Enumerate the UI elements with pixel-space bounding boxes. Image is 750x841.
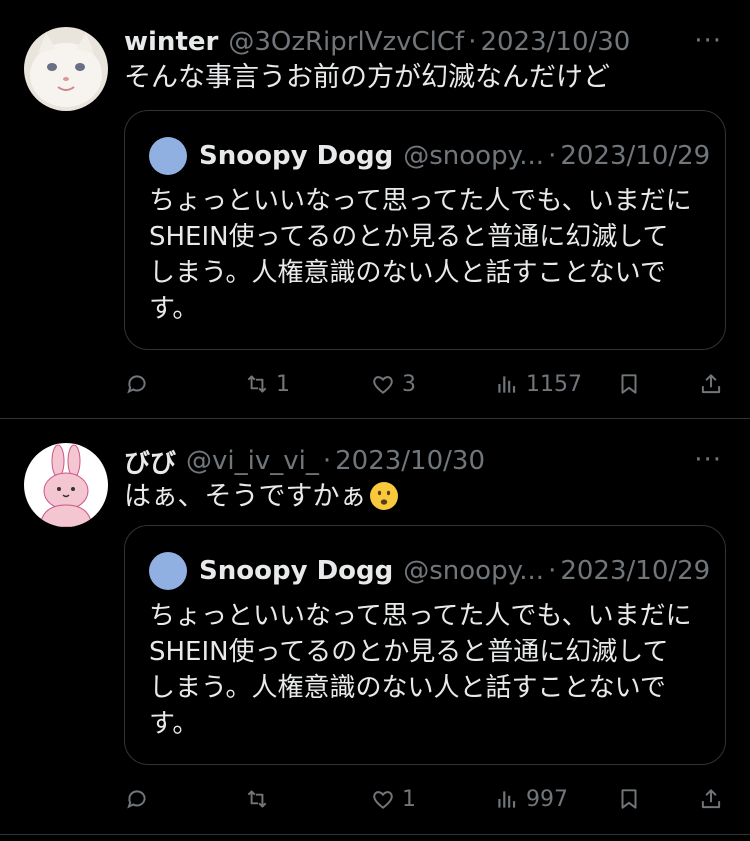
tweet[interactable]: びび @vi_iv_vi_ · 2023/10/30 ··· はぁ、そうですかぁ… bbox=[0, 419, 750, 834]
quoted-handle: @snoopy... bbox=[403, 141, 545, 171]
heart-icon bbox=[373, 791, 393, 809]
tweet[interactable]: winter @3OzRiprlVzvClCf · 2023/10/30 ···… bbox=[0, 0, 750, 418]
reply-button[interactable] bbox=[124, 366, 150, 402]
quoted-tweet[interactable]: Snoopy Dogg @snoopy... · 2023/10/29 ちょっと… bbox=[124, 110, 726, 350]
quoted-text-line: す。 bbox=[149, 709, 199, 739]
quoted-text-line: しまう。人権意識のない人と話すことないで bbox=[149, 673, 666, 703]
bookmark-icon bbox=[621, 374, 637, 394]
timestamp[interactable]: 2023/10/30 bbox=[335, 446, 485, 476]
quoted-tweet[interactable]: Snoopy Dogg @snoopy... · 2023/10/29 ちょっと… bbox=[124, 525, 726, 765]
separator-dot: · bbox=[548, 141, 557, 171]
display-name[interactable]: びび bbox=[124, 443, 176, 480]
reply-button[interactable] bbox=[124, 781, 150, 817]
heart-icon bbox=[373, 376, 393, 394]
retweet-icon bbox=[247, 375, 267, 393]
share-button[interactable] bbox=[698, 781, 724, 817]
reply-icon bbox=[127, 375, 146, 394]
tweet-text-content: はぁ、そうですかぁ bbox=[124, 481, 367, 512]
quoted-avatar bbox=[149, 137, 187, 175]
quoted-text: ちょっといいなって思ってた人でも、いまだに SHEIN使ってるのとか見ると普通に… bbox=[149, 598, 709, 742]
views-button[interactable]: 997 bbox=[494, 781, 568, 817]
like-button[interactable]: 3 bbox=[370, 366, 416, 402]
handle[interactable]: @vi_iv_vi_ bbox=[186, 446, 319, 476]
share-button[interactable] bbox=[698, 366, 724, 402]
like-button[interactable]: 1 bbox=[370, 781, 416, 817]
like-count: 3 bbox=[402, 371, 416, 397]
action-bar: 1 3 1157 bbox=[124, 366, 728, 402]
tweet-text: そんな事言うお前の方が幻滅なんだけど bbox=[124, 62, 610, 93]
retweet-icon bbox=[247, 790, 267, 808]
bookmark-button[interactable] bbox=[616, 781, 642, 817]
more-options-icon[interactable]: ··· bbox=[694, 445, 722, 475]
display-name[interactable]: winter bbox=[124, 27, 218, 57]
frowning-face-emoji-icon bbox=[370, 482, 399, 510]
separator-dot: · bbox=[468, 27, 477, 57]
like-count: 1 bbox=[402, 786, 416, 812]
quoted-text-line: す。 bbox=[149, 294, 199, 324]
views-button[interactable]: 1157 bbox=[494, 366, 582, 402]
retweet-button[interactable]: 1 bbox=[244, 366, 290, 402]
views-chart-icon bbox=[498, 791, 516, 808]
quoted-handle: @snoopy... bbox=[403, 556, 545, 586]
quoted-text-line: しまう。人権意識のない人と話すことないで bbox=[149, 258, 666, 288]
timestamp[interactable]: 2023/10/30 bbox=[480, 27, 630, 57]
action-bar: 1 997 bbox=[124, 781, 728, 817]
avatar[interactable] bbox=[24, 27, 108, 111]
tweet-text: はぁ、そうですかぁ bbox=[124, 479, 399, 515]
view-count: 1157 bbox=[526, 371, 582, 397]
quoted-timestamp: 2023/10/29 bbox=[560, 141, 711, 171]
views-chart-icon bbox=[498, 376, 516, 393]
quoted-timestamp: 2023/10/29 bbox=[560, 556, 711, 586]
quoted-text: ちょっといいなって思ってた人でも、いまだに SHEIN使ってるのとか見ると普通に… bbox=[149, 183, 709, 327]
quoted-display-name: Snoopy Dogg bbox=[199, 141, 394, 171]
separator-dot: · bbox=[322, 446, 332, 476]
share-icon bbox=[701, 374, 721, 394]
quoted-text-line: SHEIN使ってるのとか見ると普通に幻滅して bbox=[149, 222, 669, 252]
more-options-icon[interactable]: ··· bbox=[694, 26, 722, 56]
avatar[interactable] bbox=[24, 443, 108, 527]
bookmark-button[interactable] bbox=[616, 366, 642, 402]
share-icon bbox=[701, 789, 721, 809]
view-count: 997 bbox=[526, 786, 568, 812]
white-cat-avatar-icon bbox=[24, 27, 108, 111]
quoted-text-line: ちょっといいなって思ってた人でも、いまだに bbox=[149, 186, 692, 216]
quoted-display-name: Snoopy Dogg bbox=[199, 556, 394, 586]
pink-rabbit-avatar-icon bbox=[24, 443, 108, 527]
separator-dot: · bbox=[548, 556, 557, 586]
handle[interactable]: @3OzRiprlVzvClCf bbox=[228, 27, 464, 57]
quoted-text-line: ちょっといいなって思ってた人でも、いまだに bbox=[149, 601, 692, 631]
tweet-divider bbox=[0, 834, 750, 835]
quoted-avatar bbox=[149, 552, 187, 590]
quoted-text-line: SHEIN使ってるのとか見ると普通に幻滅して bbox=[149, 637, 669, 667]
retweet-button[interactable] bbox=[244, 781, 276, 817]
reply-icon bbox=[127, 790, 146, 809]
retweet-count: 1 bbox=[276, 371, 290, 397]
bookmark-icon bbox=[621, 789, 637, 809]
